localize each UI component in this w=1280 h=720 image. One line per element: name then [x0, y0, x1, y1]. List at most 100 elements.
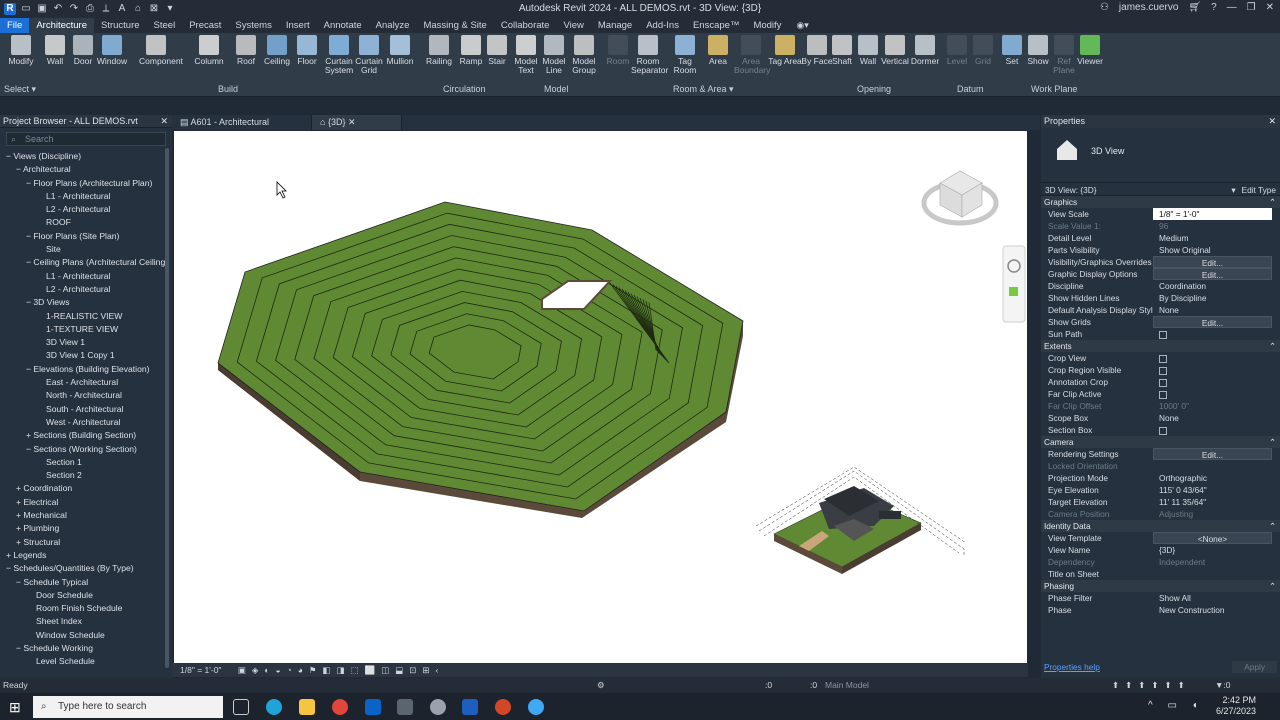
component-button[interactable]: Component	[139, 35, 183, 66]
property-value[interactable]: 115' 0 43/64"	[1153, 484, 1280, 496]
property-value[interactable]: 11' 11 35/64"	[1153, 496, 1280, 508]
edit-button[interactable]: <None>	[1153, 532, 1272, 544]
search-input[interactable]: ⌕ Search	[6, 132, 166, 146]
powerpoint-icon[interactable]	[495, 699, 511, 715]
close-icon[interactable]: ✕	[1266, 2, 1274, 13]
user-name[interactable]: james.cuervo	[1119, 2, 1178, 13]
maximize-icon[interactable]: ❐	[1247, 2, 1256, 13]
close-icon[interactable]: ✕	[345, 117, 356, 127]
checkbox[interactable]	[1159, 330, 1167, 339]
browser-item[interactable]: East - Architectural	[0, 376, 172, 389]
model-group-button[interactable]: Model Group	[567, 35, 601, 75]
browser-item[interactable]: + Coordination	[0, 482, 172, 495]
area-button[interactable]: Area	[701, 35, 735, 66]
customize-icon[interactable]: ▾	[164, 3, 176, 15]
property-value[interactable]: 1/8" = 1'-0"	[1153, 208, 1272, 220]
text-icon[interactable]: A	[116, 3, 128, 15]
tab-structure[interactable]: Structure	[94, 18, 147, 33]
browser-item[interactable]: Section 2	[0, 469, 172, 482]
browser-item[interactable]: + Electrical	[0, 496, 172, 509]
collapse-icon[interactable]: ⌃	[1269, 340, 1276, 352]
help-icon[interactable]: ?	[1211, 2, 1217, 13]
filter-icon[interactable]: ▼:0	[1215, 678, 1231, 693]
view-controls-icons[interactable]: ▣◈◐◒◔◕⚑◧◨⬚⬜◫⬓⊡⊞‹	[238, 665, 445, 675]
collapse-icon[interactable]: ⌃	[1269, 196, 1276, 208]
section-header-extents[interactable]: Extents ⌃	[1041, 340, 1280, 352]
browser-item[interactable]: − Sections (Working Section)	[0, 443, 172, 456]
edit-button[interactable]: Edit...	[1153, 316, 1272, 328]
save-icon[interactable]: ▣	[36, 3, 48, 15]
window-button[interactable]: Window	[95, 35, 129, 66]
browser-item[interactable]: South - Architectural	[0, 403, 172, 416]
property-value[interactable]: {3D}	[1153, 544, 1280, 556]
calculator-icon[interactable]	[397, 699, 413, 715]
floor-button[interactable]: Floor	[290, 35, 324, 66]
building-model[interactable]	[755, 466, 967, 574]
tab-manage[interactable]: Manage	[591, 18, 639, 33]
edit-button[interactable]: Edit...	[1153, 268, 1272, 280]
property-value[interactable]: Show All	[1153, 592, 1280, 604]
tab-annotate[interactable]: Annotate	[317, 18, 369, 33]
property-value[interactable]: None	[1153, 304, 1280, 316]
selection-filters[interactable]: ⬆⬆⬆⬆⬆⬆	[1112, 678, 1191, 693]
tab-steel[interactable]: Steel	[147, 18, 183, 33]
file-explorer-icon[interactable]	[299, 699, 315, 715]
checkbox[interactable]	[1159, 426, 1167, 435]
redo-icon[interactable]: ↷	[68, 3, 80, 15]
checkbox[interactable]	[1159, 366, 1167, 375]
ceiling-button[interactable]: Ceiling	[260, 35, 294, 66]
checkbox[interactable]	[1159, 354, 1167, 363]
browser-item[interactable]: L1 - Architectural	[0, 190, 172, 203]
drawing-canvas[interactable]	[174, 131, 1027, 663]
edit-type-button[interactable]: Edit Type	[1242, 183, 1276, 195]
task-view-icon[interactable]	[233, 699, 249, 715]
panel-label[interactable]: Room & Area ▾	[673, 84, 734, 95]
browser-item[interactable]: + Structural	[0, 536, 172, 549]
close-views-icon[interactable]: ⊠	[148, 3, 160, 15]
instance-selector[interactable]: 3D View: {3D}	[1045, 183, 1231, 195]
curtain-system-button[interactable]: Curtain System	[322, 35, 356, 75]
browser-item[interactable]: − Schedules/Quantities (By Type)	[0, 562, 172, 575]
browser-item[interactable]: Section 1	[0, 456, 172, 469]
chrome-icon[interactable]	[332, 699, 348, 715]
tab-enscape-[interactable]: Enscape™	[686, 18, 746, 33]
roof-button[interactable]: Roof	[229, 35, 263, 66]
tab-add-ins[interactable]: Add-Ins	[639, 18, 686, 33]
area-boundary-button[interactable]: Area Boundary	[734, 35, 770, 75]
system-tray-icons[interactable]: ^ ▭ ◖	[1148, 700, 1204, 711]
property-value[interactable]: Coordination	[1153, 280, 1280, 292]
apply-button[interactable]: Apply	[1232, 661, 1277, 673]
browser-item[interactable]: − Floor Plans (Architectural Plan)	[0, 177, 172, 190]
tab-collaborate[interactable]: Collaborate	[494, 18, 557, 33]
browser-item[interactable]: − Architectural	[0, 163, 172, 176]
browser-item[interactable]: − 3D Views	[0, 296, 172, 309]
taskbar-search-input[interactable]: ⌕ Type here to search	[33, 696, 223, 718]
model-line-button[interactable]: Model Line	[537, 35, 571, 75]
view-tab[interactable]: ⌂ {3D} ✕	[312, 115, 402, 130]
tab-file[interactable]: File	[0, 18, 30, 33]
browser-item[interactable]: North - Architectural	[0, 389, 172, 402]
browser-item[interactable]: − Ceiling Plans (Architectural Ceiling	[0, 256, 172, 269]
section-header-camera[interactable]: Camera ⌃	[1041, 436, 1280, 448]
3d-view[interactable]	[174, 131, 1027, 663]
tab-insert[interactable]: Insert	[279, 18, 317, 33]
collapse-icon[interactable]: ⌃	[1269, 436, 1276, 448]
model-selector[interactable]: Main Model	[825, 678, 869, 693]
type-selector[interactable]: 3D View	[1041, 128, 1280, 182]
browser-item[interactable]: + Sections (Building Section)	[0, 429, 172, 442]
collapse-icon[interactable]: ⌃	[1269, 520, 1276, 532]
property-value[interactable]: New Construction	[1153, 604, 1280, 616]
windows-start-icon[interactable]: ⊞	[9, 699, 21, 716]
browser-item[interactable]: − Schedule Typical	[0, 576, 172, 589]
tag-area-button[interactable]: Tag Area	[768, 35, 802, 66]
property-value[interactable]: Medium	[1153, 232, 1280, 244]
railing-button[interactable]: Railing	[422, 35, 456, 66]
room-button[interactable]: Room	[601, 35, 635, 66]
edit-button[interactable]: Edit...	[1153, 256, 1272, 268]
tab-precast[interactable]: Precast	[182, 18, 228, 33]
camera-app-icon[interactable]	[430, 699, 446, 715]
browser-item[interactable]: Site	[0, 243, 172, 256]
browser-item[interactable]: West - Architectural	[0, 416, 172, 429]
browser-item[interactable]: 1-REALISTIC VIEW	[0, 310, 172, 323]
revit-taskbar-icon[interactable]	[462, 699, 478, 715]
